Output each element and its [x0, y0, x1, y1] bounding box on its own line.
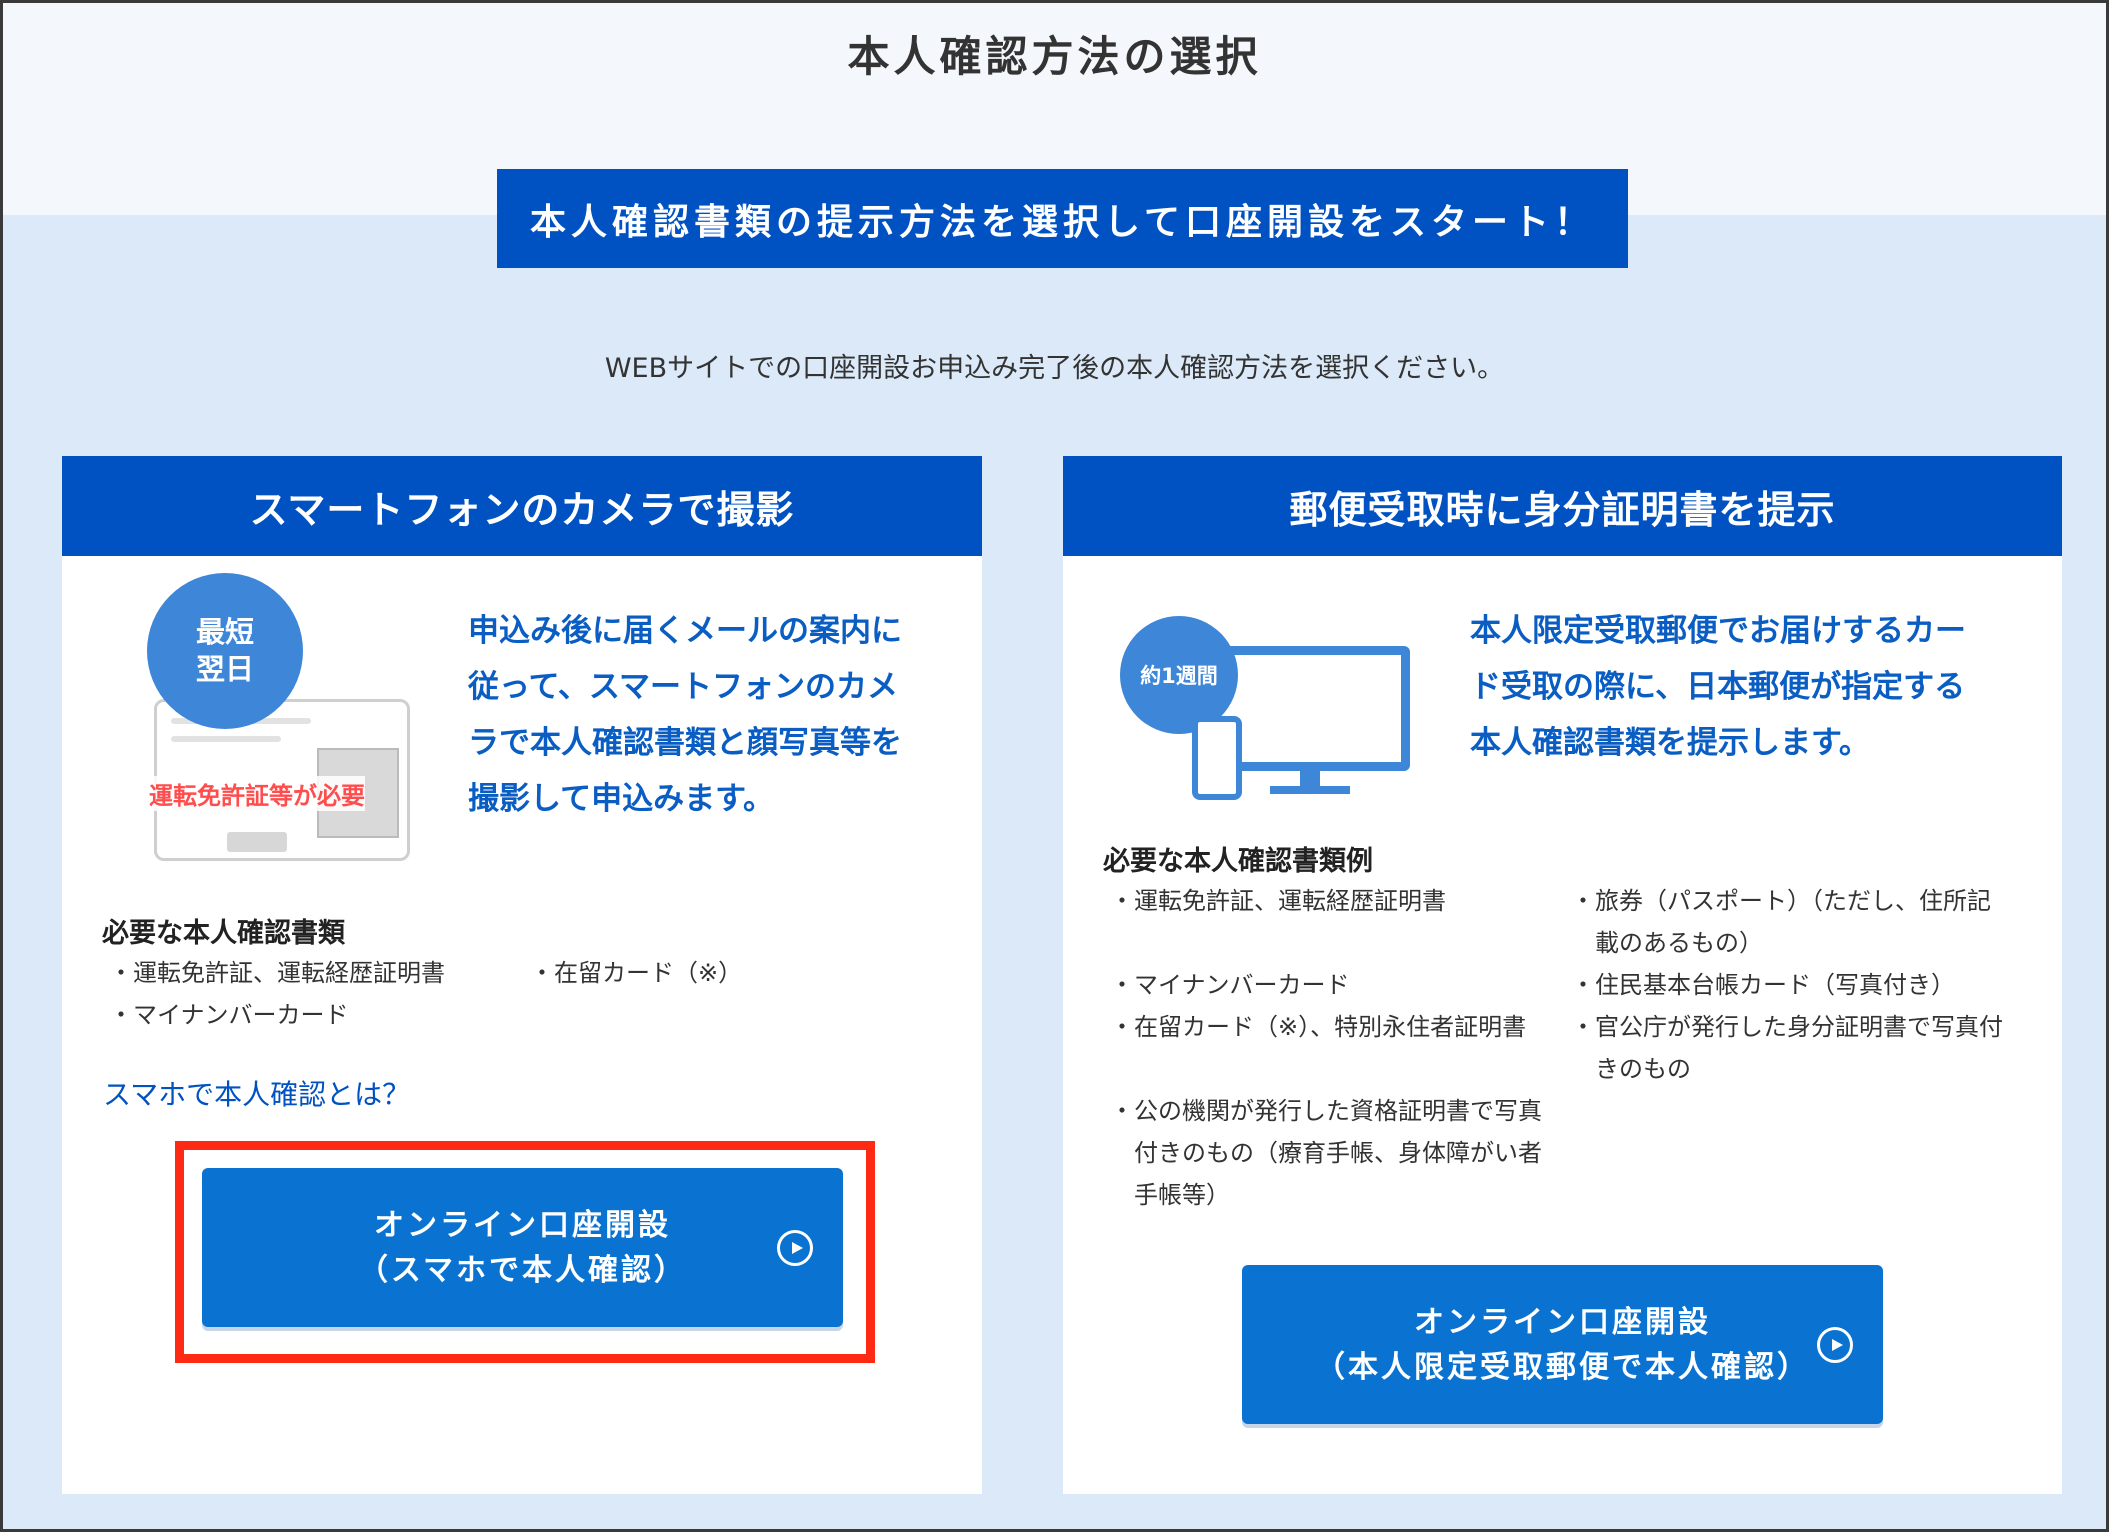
instruction-text: WEBサイトでの口座開設お申込み完了後の本人確認方法を選択ください。 — [604, 353, 1505, 384]
page-frame: 本人確認方法の選択 本人確認書類の提示方法を選択して口座開設をスタート！ WEB… — [0, 0, 2109, 1532]
postal-lead-text: 本人限定受取郵便でお届けするカー ド受取の際に、日本郵便が指定する 本人確認書類… — [1470, 613, 1966, 761]
smartphone-icon — [1192, 716, 1242, 800]
start-banner: 本人確認書類の提示方法を選択して口座開設をスタート！ — [497, 169, 1628, 268]
doc-item: 運転免許証、運転経歴証明書 — [1110, 880, 1540, 922]
doc-item: 在留カード（※） — [530, 952, 742, 994]
button-line-2: （本人限定受取郵便で本人確認） — [1315, 1349, 1810, 1385]
online-account-smartphone-button[interactable]: オンライン口座開設 （スマホで本人確認） — [202, 1168, 843, 1327]
required-docs-examples-label: 必要な本人確認書類例 — [1103, 846, 1373, 877]
smartphone-camera-header: スマートフォンのカメラで撮影 — [62, 456, 982, 556]
device-illustration: 約1週間 — [1120, 616, 1410, 806]
smartphone-verification-link[interactable]: スマホで本人確認とは？ — [103, 1073, 410, 1113]
next-day-badge: 最短 翌日 — [147, 573, 303, 729]
doc-item: 官公庁が発行した身分証明書で写真付きのもの — [1571, 1006, 2011, 1090]
doc-item: 運転免許証、運転経歴証明書 — [109, 952, 445, 994]
online-account-postal-button[interactable]: オンライン口座開設 （本人限定受取郵便で本人確認） — [1242, 1265, 1883, 1424]
license-card-illustration: 最短 翌日 運転免許証等が必要 — [147, 573, 467, 873]
button-line-1: オンライン口座開設 — [1414, 1304, 1711, 1340]
badge-line-2: 翌日 — [195, 652, 254, 686]
button-line-1: オンライン口座開設 — [373, 1207, 671, 1243]
doc-item: 旅券（パスポート）（ただし、住所記載のあるもの） — [1571, 880, 2011, 964]
doc-item: 在留カード（※）、特別永住者証明書 — [1110, 1006, 1550, 1048]
license-required-note: 運転免許証等が必要 — [149, 776, 365, 811]
badge-line-1: 最短 — [195, 615, 254, 649]
play-circle-icon — [777, 1229, 813, 1266]
postal-delivery-header: 郵便受取時に身分証明書を提示 — [1063, 456, 2062, 556]
doc-item: マイナンバーカード — [1110, 964, 1540, 1006]
doc-item: 公の機関が発行した資格証明書で写真付きのもの（療育手帳、身体障がい者手帳等） — [1110, 1090, 1550, 1216]
button-line-2: （スマホで本人確認） — [357, 1252, 688, 1288]
page-title: 本人確認方法の選択 — [847, 32, 1262, 81]
smartphone-lead-text: 申込み後に届くメールの案内に 従って、スマートフォンのカメ ラで本人確認書類と顔… — [468, 613, 902, 817]
play-circle-icon — [1817, 1326, 1853, 1363]
required-docs-label: 必要な本人確認書類 — [102, 918, 345, 949]
doc-item: マイナンバーカード — [109, 994, 349, 1036]
doc-item: 住民基本台帳カード（写真付き） — [1571, 964, 2011, 1006]
